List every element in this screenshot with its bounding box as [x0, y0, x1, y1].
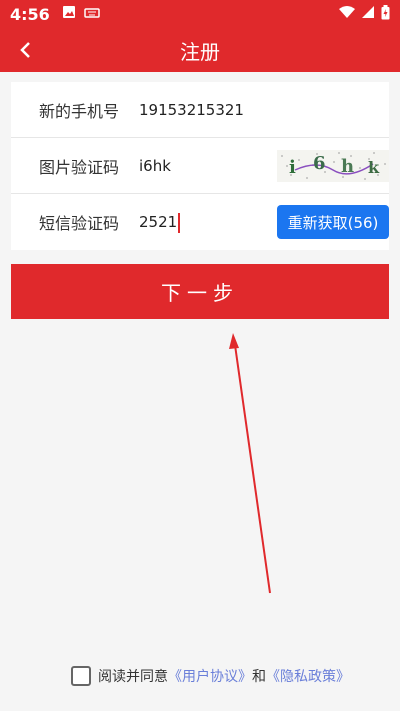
privacy-policy-link[interactable]: 《隐私政策》 — [266, 666, 350, 686]
agreement-text: 阅读并同意 — [98, 669, 168, 685]
agreement-and: 和 — [252, 669, 266, 685]
agreement-checkbox[interactable] — [71, 666, 91, 686]
agreement-row: 阅读并同意 《用户协议》 和 《隐私政策》 — [71, 666, 350, 686]
annotation-arrow — [229, 333, 271, 594]
user-agreement-link[interactable]: 《用户协议》 — [168, 666, 252, 686]
